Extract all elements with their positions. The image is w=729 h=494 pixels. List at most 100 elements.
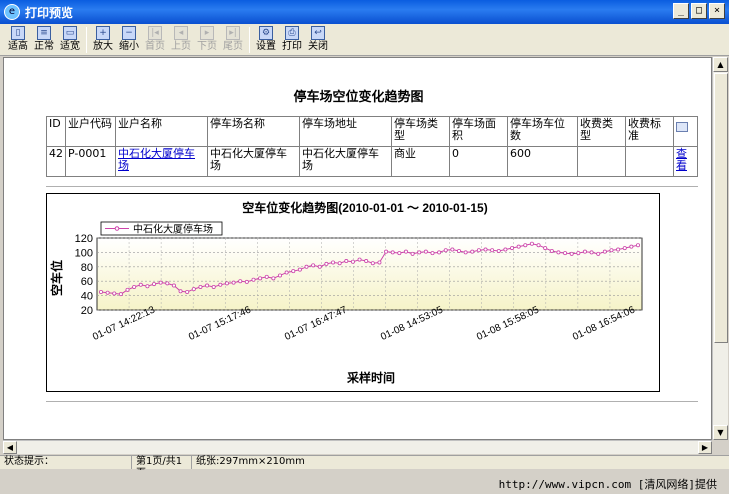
data-point	[112, 291, 117, 296]
data-point	[99, 290, 104, 295]
maximize-button[interactable]: □	[691, 3, 707, 19]
data-point	[191, 287, 196, 292]
vertical-scrollbar[interactable]: ▲ ▼	[712, 57, 728, 440]
data-point	[324, 261, 329, 266]
first-page-button[interactable]: |◂ 首页	[143, 24, 167, 54]
data-point	[516, 244, 521, 249]
prev-page-icon: ◂	[174, 26, 188, 40]
data-point	[118, 292, 123, 297]
table-row: 42 P-0001 中石化大厦停车场 中石化大厦停车场 中石化大厦停车场 商业 …	[46, 146, 698, 177]
zoom-in-button[interactable]: + 放大	[91, 24, 115, 54]
minimize-button[interactable]: _	[673, 3, 689, 19]
data-point	[264, 274, 269, 279]
data-point	[178, 289, 183, 294]
y-tick-label: 120	[75, 233, 93, 245]
data-point	[417, 250, 422, 255]
scroll-thumb[interactable]	[714, 73, 728, 343]
settings-button[interactable]: ⚙ 设置	[254, 24, 278, 54]
data-point	[277, 273, 282, 278]
header-fee-type: 收费类型	[577, 116, 626, 147]
data-point	[576, 251, 581, 256]
fit-width-button[interactable]: ▭ 适宽	[58, 24, 82, 54]
data-point	[218, 282, 223, 287]
data-point	[510, 246, 515, 251]
y-tick-label: 40	[81, 291, 93, 303]
data-point	[602, 249, 607, 254]
header-fee-standard: 收费标准	[625, 116, 674, 147]
y-tick-label: 100	[75, 247, 93, 259]
data-point	[125, 287, 130, 292]
data-point	[152, 282, 157, 287]
data-point	[483, 247, 488, 252]
y-tick-label: 80	[81, 262, 93, 274]
data-point	[384, 249, 389, 254]
data-point	[377, 260, 382, 265]
data-point	[437, 250, 442, 255]
cell-id: 42	[46, 146, 66, 177]
first-page-icon: |◂	[148, 26, 162, 40]
data-point	[357, 257, 362, 262]
data-point	[549, 248, 554, 253]
data-point	[370, 261, 375, 266]
data-point	[317, 264, 322, 269]
normal-size-icon: ≡	[37, 26, 51, 40]
data-point	[536, 243, 541, 248]
data-point	[490, 248, 495, 253]
scroll-left-arrow-icon[interactable]: ◀	[3, 441, 17, 454]
fit-height-button[interactable]: ▯ 适高	[6, 24, 30, 54]
window-controls: _ □ ×	[673, 3, 725, 19]
normal-size-button[interactable]: ≡ 正常	[32, 24, 56, 54]
data-point	[132, 284, 137, 289]
data-point	[198, 284, 203, 289]
y-tick-label: 20	[81, 305, 93, 317]
header-id: ID	[46, 116, 66, 147]
owner-name-link[interactable]: 中石化大厦停车场	[115, 146, 208, 177]
data-point	[397, 251, 402, 256]
cell-lot-type: 商业	[391, 146, 450, 177]
data-point	[556, 250, 561, 255]
last-page-button[interactable]: ▸| 尾页	[221, 24, 245, 54]
cell-fee-standard	[625, 146, 674, 177]
divider	[46, 186, 698, 187]
data-point	[523, 243, 528, 248]
data-point	[185, 290, 190, 295]
zoom-out-button[interactable]: − 缩小	[117, 24, 141, 54]
title-bar: e 打印预览 _ □ ×	[0, 0, 729, 24]
data-point	[470, 249, 475, 254]
fit-height-icon: ▯	[11, 26, 25, 40]
chart-x-label: 采样时间	[346, 370, 395, 385]
data-point	[244, 279, 249, 284]
data-point	[622, 246, 627, 251]
close-button[interactable]: ↩ 关闭	[306, 24, 330, 54]
cell-lot-spaces: 600	[507, 146, 578, 177]
view-link[interactable]: 查看	[673, 146, 698, 177]
cell-owner-code: P-0001	[65, 146, 116, 177]
data-point	[145, 284, 150, 289]
close-window-button[interactable]: ×	[709, 3, 725, 19]
header-lot-spaces: 停车场车位数	[507, 116, 578, 147]
y-tick-label: 60	[81, 276, 93, 288]
window-title: 打印预览	[25, 5, 74, 20]
data-point	[616, 247, 621, 252]
data-point	[297, 267, 302, 272]
data-point	[271, 276, 276, 281]
scroll-right-arrow-icon[interactable]: ▶	[698, 441, 712, 454]
settings-icon: ⚙	[259, 26, 273, 40]
scroll-down-arrow-icon[interactable]: ▼	[713, 425, 728, 440]
cell-lot-area: 0	[449, 146, 508, 177]
horizontal-scrollbar[interactable]: ◀ ▶	[3, 440, 712, 454]
legend-label: 中石化大厦停车场	[133, 223, 213, 236]
edit-icon	[676, 122, 688, 132]
close-icon: ↩	[311, 26, 325, 40]
data-point	[344, 259, 349, 264]
prev-page-button[interactable]: ◂ 上页	[169, 24, 193, 54]
data-point	[138, 282, 143, 287]
next-page-button[interactable]: ▸ 下页	[195, 24, 219, 54]
data-point	[390, 250, 395, 255]
data-point	[238, 279, 243, 284]
print-button[interactable]: ⎙ 打印	[280, 24, 304, 54]
scroll-up-arrow-icon[interactable]: ▲	[713, 57, 728, 72]
plot-area	[96, 237, 643, 311]
toolbar-separator	[86, 27, 87, 53]
data-point	[596, 251, 601, 256]
